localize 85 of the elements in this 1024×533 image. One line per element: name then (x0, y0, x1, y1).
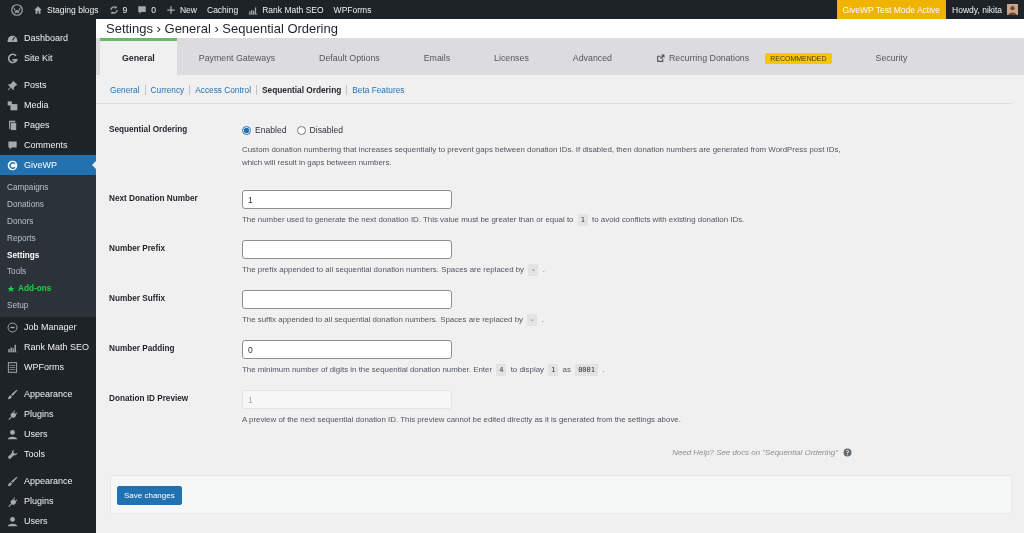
brush-icon (7, 388, 18, 400)
sidebar-item[interactable]: Tools (0, 444, 96, 465)
speech-bubble-icon (137, 4, 148, 15)
sidebar-item[interactable]: Site Kit (0, 48, 96, 68)
admin-bar-link[interactable]: Rank Math SEO (243, 0, 329, 19)
sidebar-item[interactable]: Users (0, 424, 96, 445)
media-icon (7, 99, 18, 111)
sidebar-item[interactable]: Comments (0, 135, 96, 155)
input-field[interactable] (242, 240, 452, 259)
section-link[interactable]: Sequential Ordering (256, 85, 347, 95)
sidebar-item[interactable]: Posts (0, 75, 96, 95)
external-link-icon (655, 53, 665, 63)
star-icon (7, 284, 15, 293)
plus-icon (166, 4, 176, 15)
field-label: Number Suffix (109, 293, 166, 305)
page-title: Settings › General › Sequential Ordering (106, 21, 338, 36)
brush-icon (7, 475, 18, 487)
section-link[interactable]: Access Control (189, 85, 256, 95)
speech-bubble-icon (7, 139, 18, 151)
account-menu[interactable]: Howdy, nikita (946, 0, 1024, 19)
sidebar-item[interactable]: Dashboard (0, 28, 96, 48)
user-icon (7, 428, 18, 440)
settings-tab[interactable]: General (100, 38, 177, 75)
home-icon (33, 4, 43, 15)
sidebar-item[interactable]: Plugins (0, 491, 96, 512)
field-label: Donation ID Preview (109, 393, 190, 405)
sidebar-item[interactable]: Appearance (0, 384, 96, 405)
radio-option[interactable]: Disabled (296, 125, 343, 135)
input-field[interactable] (242, 290, 452, 309)
submenu-item[interactable]: Add-ons (0, 280, 96, 298)
sidebar-item[interactable]: Media (0, 95, 96, 115)
sidebar-item[interactable]: WPForms (0, 357, 96, 378)
settings-tab[interactable]: Default Options (297, 38, 402, 75)
section-link[interactable]: Beta Features (346, 85, 410, 95)
submenu-item[interactable]: Campaigns (0, 179, 96, 196)
settings-tab[interactable]: Licenses (472, 38, 551, 75)
radio-button[interactable] (296, 125, 306, 135)
submenu-item[interactable]: Donors (0, 212, 96, 230)
sidebar-item[interactable]: GiveWP (0, 155, 96, 175)
wrench-icon (7, 448, 18, 460)
plug-icon (7, 495, 18, 507)
pages-icon (7, 119, 18, 131)
field-label: Next Donation Number (109, 193, 199, 205)
radio-button[interactable] (242, 125, 251, 135)
pushpin-icon (7, 79, 18, 91)
admin-bar-link[interactable]: Staging blogs (28, 0, 104, 19)
admin-bar-link[interactable]: New (161, 0, 202, 19)
section-link[interactable]: Currency (144, 85, 190, 95)
submenu-item[interactable]: Tools (0, 263, 96, 281)
user-icon (7, 515, 18, 527)
submenu-item[interactable]: Settings (0, 246, 96, 264)
submenu-item[interactable]: Donations (0, 195, 96, 213)
save-button[interactable]: Save changes (117, 486, 182, 505)
sidebar-item[interactable]: Pages (0, 115, 96, 135)
settings-tab[interactable]: Advanced (550, 38, 634, 75)
admin-bar-link[interactable]: WPForms (328, 0, 377, 19)
settings-tab[interactable]: Payment Gateways (176, 38, 298, 75)
wordpress-logo-icon (11, 3, 23, 16)
avatar-icon (1007, 4, 1018, 15)
field-label: Number Prefix (109, 243, 166, 255)
settings-tab[interactable]: Emails (401, 38, 473, 75)
sidebar-item[interactable]: Job Manager (0, 317, 96, 338)
field-label: Number Padding (109, 343, 176, 355)
admin-bar-link[interactable]: Caching (202, 0, 244, 19)
input-field[interactable]: 1 (242, 190, 452, 209)
give-logo-icon (7, 159, 18, 171)
sidebar-item[interactable]: Rank Math SEO (0, 337, 96, 358)
sidebar-item[interactable]: Plugins (0, 404, 96, 425)
submenu-item[interactable]: Reports (0, 229, 96, 247)
refresh-icon (108, 4, 119, 15)
form-icon (7, 361, 18, 373)
admin-bar-link[interactable]: 0 (132, 0, 161, 19)
badge-circle-icon (7, 321, 18, 333)
sidebar-item[interactable]: Appearance (0, 471, 96, 492)
help-icon (843, 448, 852, 457)
admin-bar-link[interactable]: 9 (103, 0, 133, 19)
submenu-item[interactable]: Setup (0, 297, 96, 315)
sidebar-item[interactable]: Users (0, 511, 96, 532)
settings-tab[interactable]: Security (853, 38, 930, 75)
plug-icon (7, 408, 18, 420)
radio-option[interactable]: Enabled (242, 125, 287, 135)
g-logo-icon (7, 52, 18, 64)
input-field[interactable]: 0 (242, 340, 452, 359)
field-label: Sequential Ordering (109, 124, 189, 136)
section-link[interactable]: General (110, 85, 145, 95)
